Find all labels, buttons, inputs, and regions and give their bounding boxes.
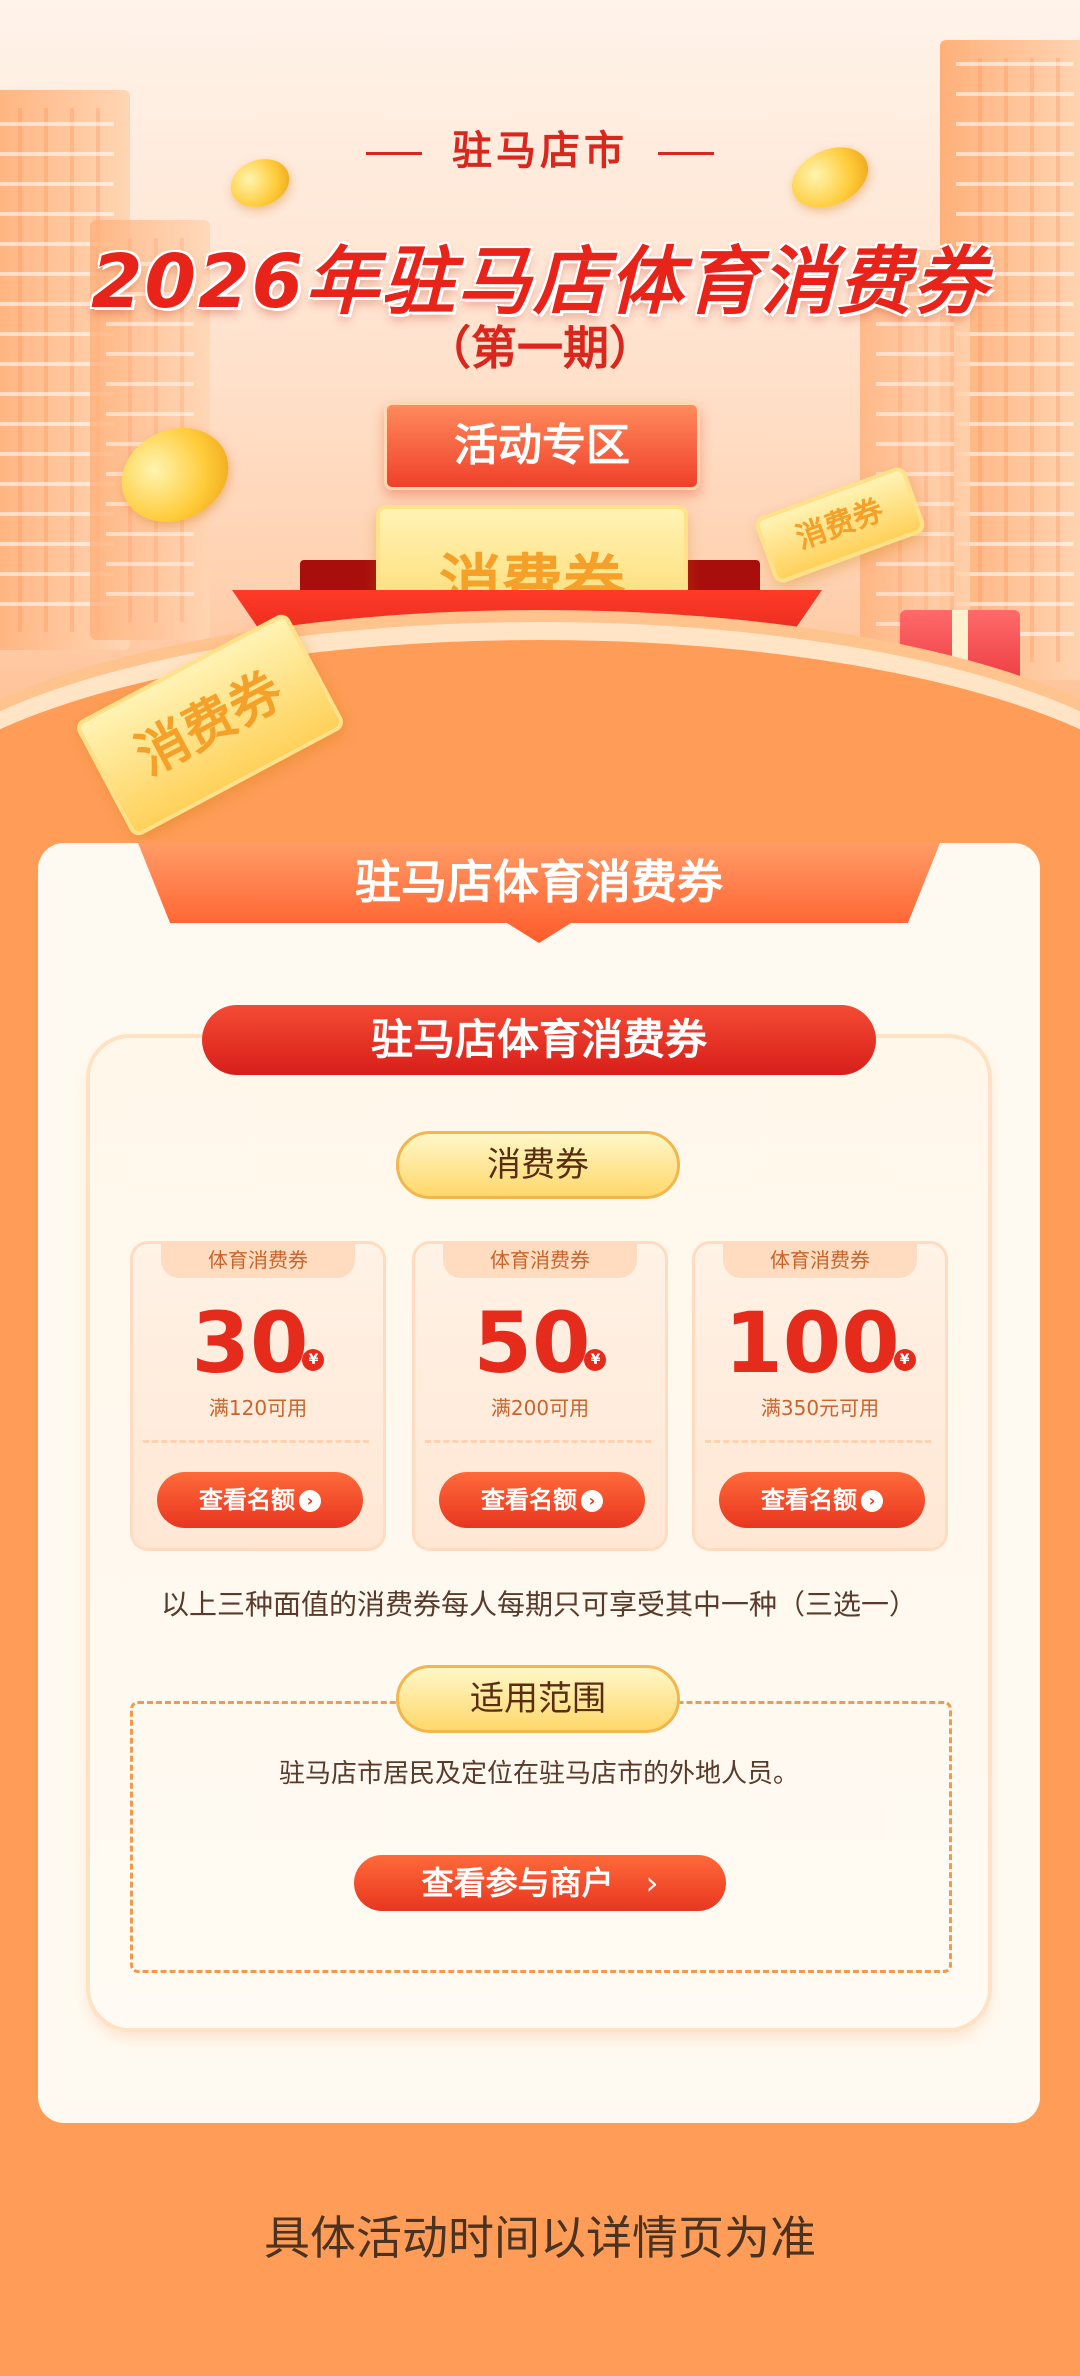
coupon-amount-value: 50 bbox=[473, 1294, 591, 1392]
coupon-condition: 满200可用 bbox=[490, 1396, 590, 1420]
chevron-right-icon: › bbox=[581, 1490, 603, 1512]
chevron-right-icon: › bbox=[645, 1864, 659, 1902]
coupon-label: 消费券 bbox=[396, 1131, 680, 1199]
view-quota-button[interactable]: 查看名额 › bbox=[439, 1472, 645, 1528]
chevron-right-icon: › bbox=[861, 1490, 883, 1512]
view-merchants-button[interactable]: 查看参与商户 › bbox=[354, 1855, 726, 1911]
coupon-item-50: 体育消费券 50¥ 满200可用 查看名额 › bbox=[412, 1241, 668, 1551]
divider bbox=[705, 1440, 931, 1443]
section-title: 驻马店体育消费券 bbox=[202, 1005, 876, 1075]
issue-label: （第一期） bbox=[425, 321, 655, 375]
coupon-item-100: 体育消费券 100¥ 满350元可用 查看名额 › bbox=[692, 1241, 948, 1551]
coupon-tag: 体育消费券 bbox=[443, 1244, 637, 1278]
scope-label: 适用范围 bbox=[396, 1665, 680, 1733]
yen-icon: ¥ bbox=[584, 1349, 607, 1371]
coupon-condition: 满120可用 bbox=[208, 1396, 308, 1420]
coupon-amount-value: 100 bbox=[724, 1294, 900, 1392]
hero-banner: 驻马店市 2026年驻马店体育消费券 （第一期） 活动专区 消费券 消费券 消费… bbox=[0, 0, 1080, 840]
chevron-right-icon: › bbox=[299, 1490, 321, 1512]
coupon-card: 驻马店体育消费券 驻马店体育消费券 消费券 体育消费券 30¥ 满120可用 查… bbox=[38, 843, 1040, 2123]
coupon-amount: 100¥ bbox=[695, 1298, 945, 1388]
yen-icon: ¥ bbox=[893, 1349, 916, 1371]
coupon-list: 体育消费券 30¥ 满120可用 查看名额 › 体育消费券 50¥ 满200可用 … bbox=[130, 1241, 950, 1551]
coupon-amount: 30¥ bbox=[133, 1298, 383, 1388]
coupon-rule-note: 以上三种面值的消费券每人每期只可享受其中一种（三选一） bbox=[160, 1588, 917, 1621]
coupon-condition: 满350元可用 bbox=[760, 1396, 880, 1420]
coupon-amount-value: 30 bbox=[191, 1294, 309, 1392]
view-quota-button[interactable]: 查看名额 › bbox=[719, 1472, 925, 1528]
coupon-amount: 50¥ bbox=[415, 1298, 665, 1388]
view-merchants-label: 查看参与商户 bbox=[421, 1864, 614, 1902]
view-quota-label: 查看名额 bbox=[481, 1486, 577, 1514]
coupon-tag: 体育消费券 bbox=[723, 1244, 917, 1278]
divider bbox=[425, 1440, 651, 1443]
scope-text: 驻马店市居民及定位在驻马店市的外地人员。 bbox=[278, 1759, 799, 1789]
view-quota-label: 查看名额 bbox=[199, 1486, 295, 1514]
coupon-tag: 体育消费券 bbox=[161, 1244, 355, 1278]
view-quota-button[interactable]: 查看名额 › bbox=[157, 1472, 363, 1528]
card-banner: 驻马店体育消费券 bbox=[138, 843, 940, 943]
coupon-item-30: 体育消费券 30¥ 满120可用 查看名额 › bbox=[130, 1241, 386, 1551]
view-quota-label: 查看名额 bbox=[761, 1486, 857, 1514]
divider bbox=[658, 151, 714, 155]
activity-zone-button[interactable]: 活动专区 bbox=[384, 402, 700, 490]
divider bbox=[143, 1440, 369, 1443]
city-label: 驻马店市 bbox=[452, 128, 628, 174]
footer-note: 具体活动时间以详情页为准 bbox=[264, 2211, 816, 2265]
city-subtitle: 驻马店市 bbox=[0, 118, 1080, 176]
scope-box bbox=[130, 1701, 952, 1973]
yen-icon: ¥ bbox=[302, 1349, 325, 1371]
divider bbox=[366, 151, 422, 155]
